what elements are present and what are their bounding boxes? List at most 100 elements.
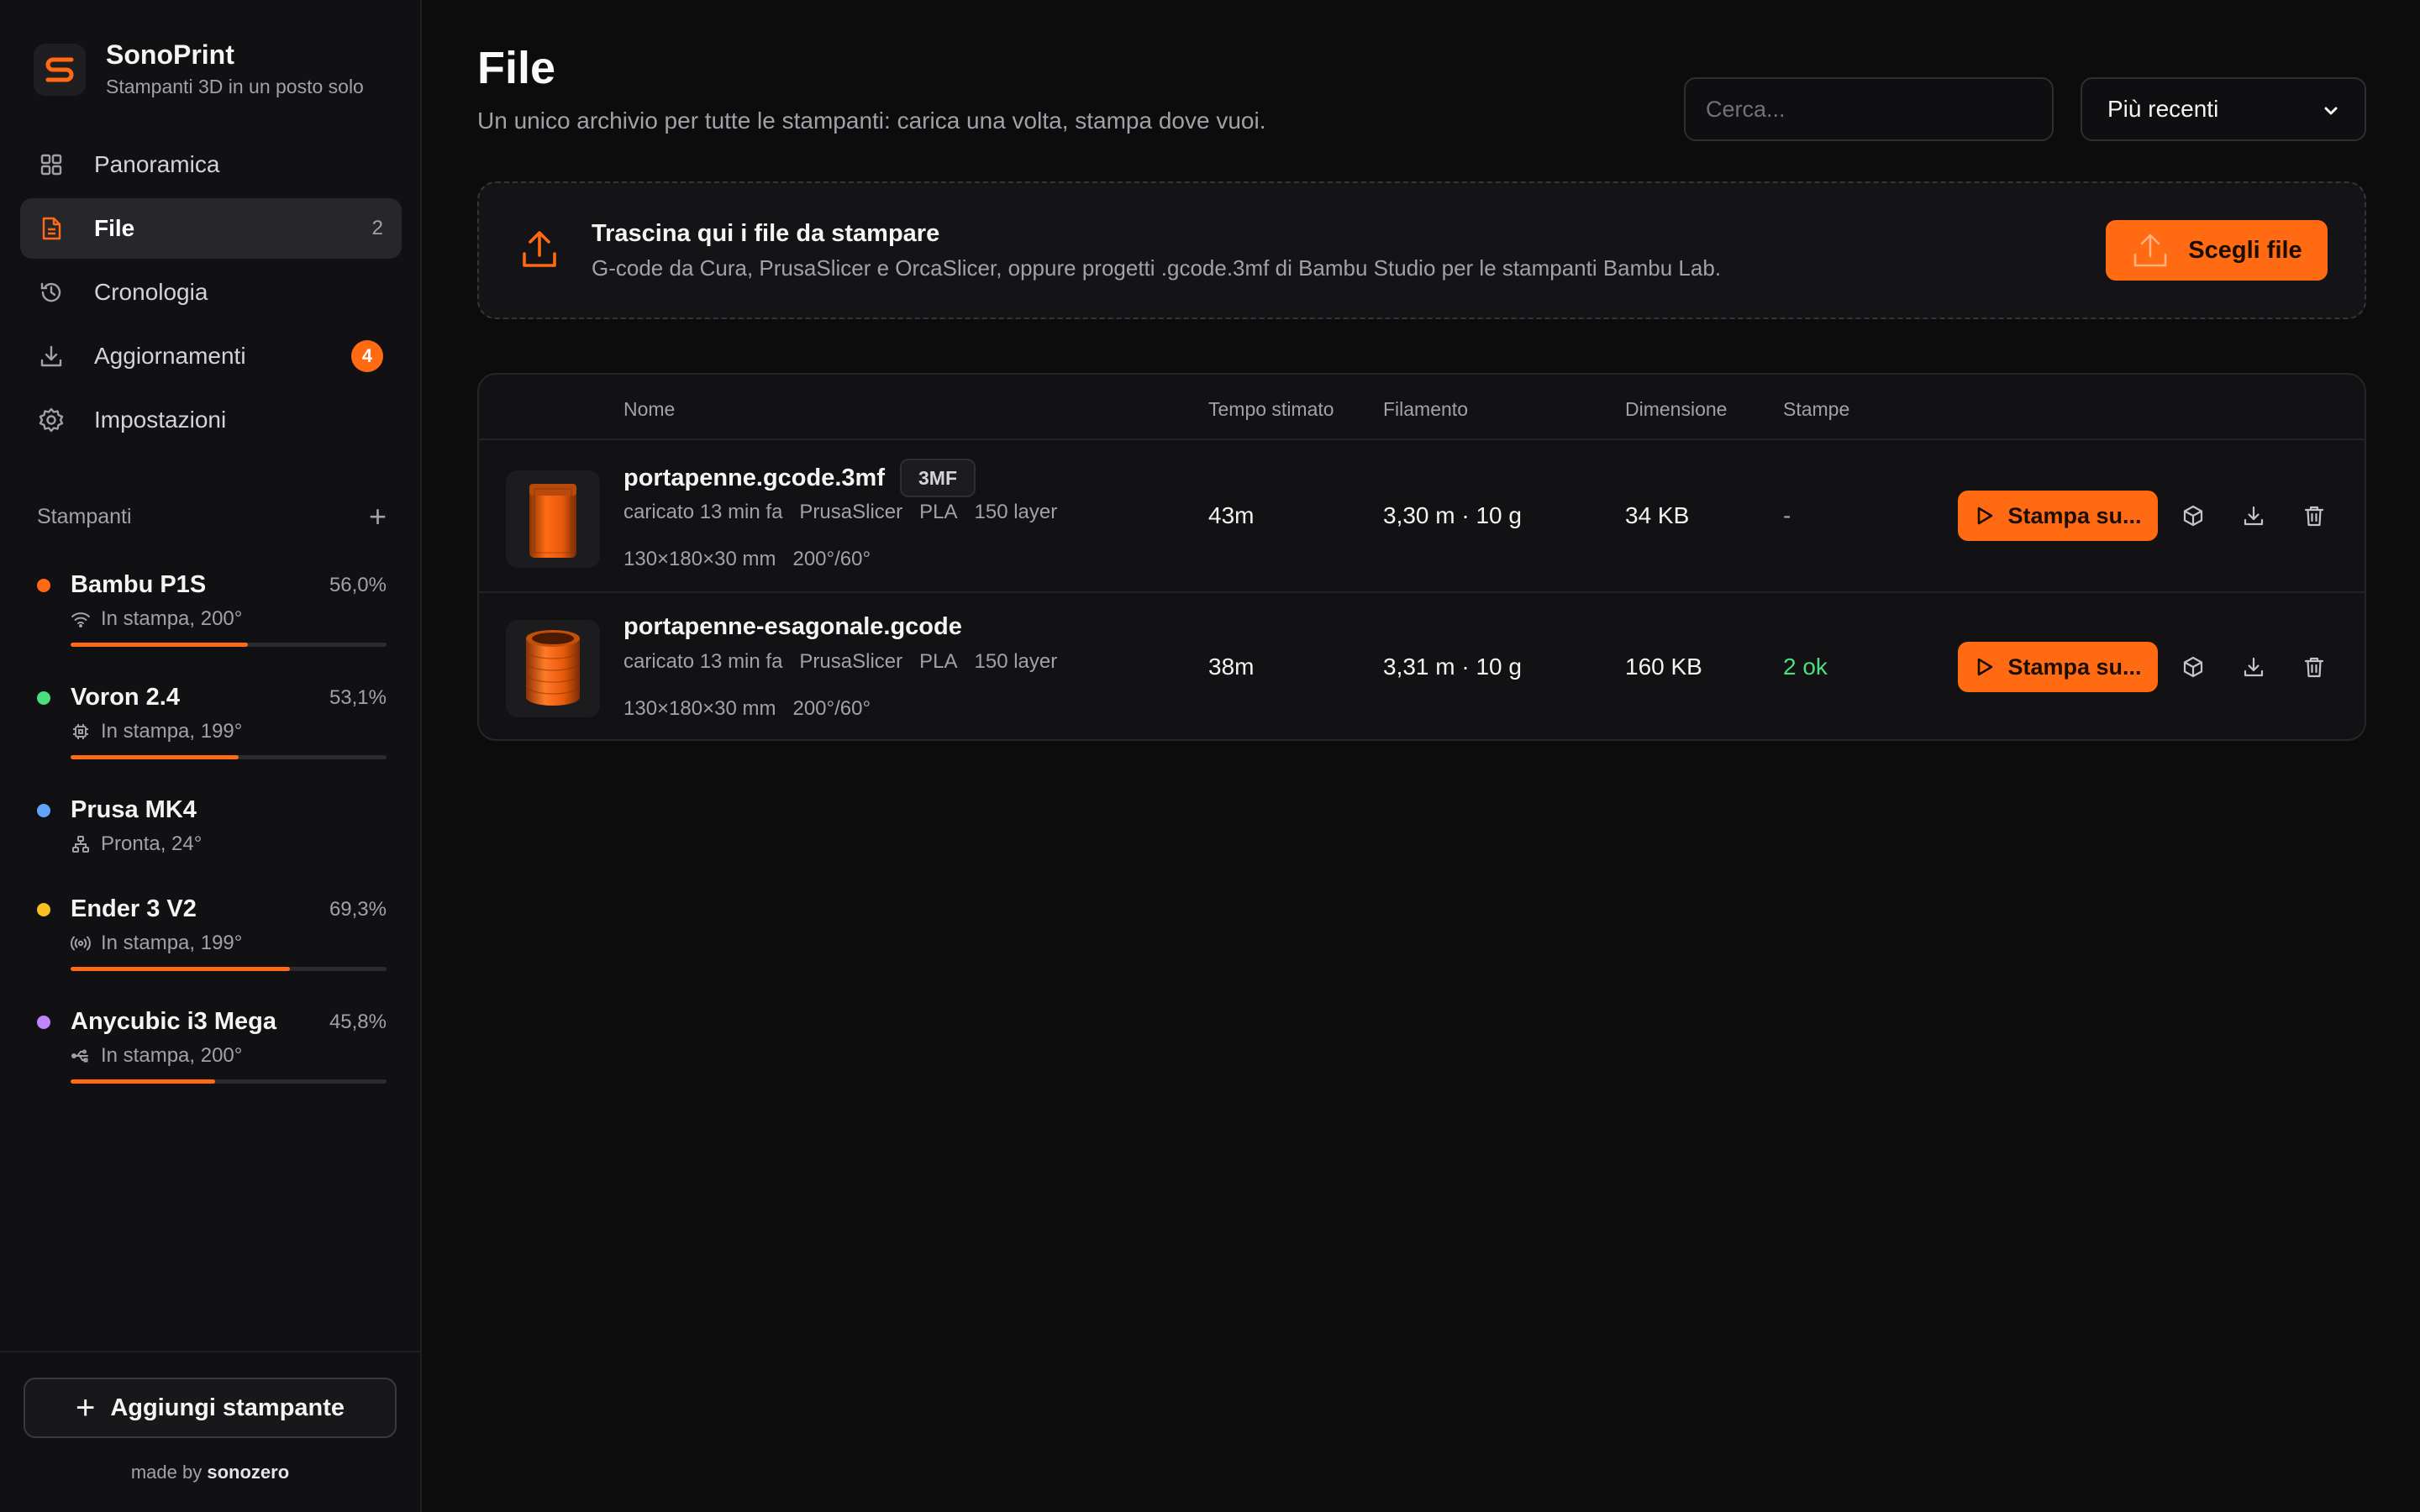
dropzone-title: Trascina qui i file da stampare	[592, 220, 940, 247]
file-meta-2: 130×180×30 mm 200°/60°	[623, 548, 887, 571]
brand[interactable]: SonoPrint Stampanti 3D in un posto solo	[34, 39, 364, 98]
printer-item-anycubic-i3-mega[interactable]: Anycubic i3 Mega 45,8% In stampa, 200°	[37, 1008, 387, 1084]
printer-status: In stampa, 199°	[101, 932, 243, 954]
print-on-button[interactable]: Stampa su...	[1958, 642, 2158, 692]
add-printer-button[interactable]: + Aggiungi stampante	[24, 1378, 397, 1438]
choose-file-button[interactable]: Scegli file	[2106, 220, 2328, 281]
add-printer-plus-icon[interactable]: +	[369, 501, 387, 532]
network-icon	[71, 834, 91, 854]
column-header-nome[interactable]: Nome	[623, 398, 675, 421]
file-size: 34 KB	[1625, 502, 1690, 528]
table-row[interactable]: portapenne.gcode.3mf 3MF caricato 13 min…	[479, 440, 2365, 590]
printer-item-prusa-mk4[interactable]: Prusa MK4 Pronta, 24°	[37, 796, 387, 856]
column-header-dimensione[interactable]: Dimensione	[1625, 398, 1727, 421]
file-meta: caricato 13 min fa PrusaSlicer PLA 150 l…	[623, 650, 1074, 674]
file-name[interactable]: portapenne.gcode.3mf 3MF	[623, 459, 976, 497]
play-icon	[1974, 505, 1996, 527]
status-dot	[37, 1015, 50, 1029]
cube-icon[interactable]	[2175, 497, 2212, 534]
file-dimensions: 130×180×30 mm	[623, 697, 776, 720]
cube-icon[interactable]	[2175, 648, 2212, 685]
printer-item-voron[interactable]: Voron 2.4 53,1% In stampa, 199°	[37, 684, 387, 759]
file-layers: 150 layer	[974, 650, 1058, 673]
printer-item-bambu-p1s[interactable]: Bambu P1S 56,0% In stampa, 200°	[37, 571, 387, 647]
printer-progress-bar	[71, 1079, 387, 1084]
file-layers: 150 layer	[974, 501, 1058, 523]
chevron-down-icon	[2323, 96, 2339, 123]
main-nav: Panoramica File 2 Cronologia Aggiornamen…	[20, 134, 402, 454]
printer-item-ender-3-v2[interactable]: Ender 3 V2 69,3% In stampa, 199°	[37, 895, 387, 971]
sort-select[interactable]: Più recenti	[2081, 77, 2366, 141]
printer-progress-text: 69,3%	[329, 897, 387, 921]
trash-icon[interactable]	[2296, 497, 2333, 534]
progress-fill	[71, 967, 290, 971]
choose-file-label: Scegli file	[2188, 236, 2302, 264]
printer-progress-text: 45,8%	[329, 1010, 387, 1033]
history-icon	[37, 278, 66, 307]
print-count: -	[1783, 502, 1791, 528]
file-dropzone[interactable]: Trascina qui i file da stampare G-code d…	[477, 181, 2366, 319]
nav-item-cronologia[interactable]: Cronologia	[20, 262, 402, 323]
page-subtitle: Un unico archivio per tutte le stampanti…	[477, 108, 1266, 134]
column-header-stampe[interactable]: Stampe	[1783, 398, 1849, 421]
sidebar: SonoPrint Stampanti 3D in un posto solo …	[0, 0, 422, 1512]
file-uploaded: caricato 13 min fa	[623, 501, 783, 523]
download-icon[interactable]	[2235, 648, 2272, 685]
nav-item-panoramica[interactable]: Panoramica	[20, 134, 402, 195]
file-meta: caricato 13 min fa PrusaSlicer PLA 150 l…	[623, 501, 1074, 524]
printer-progress-bar	[71, 967, 387, 971]
nav-label: Panoramica	[94, 151, 220, 177]
search-input[interactable]	[1684, 77, 2054, 141]
file-thumbnail	[506, 470, 600, 568]
file-uploaded: caricato 13 min fa	[623, 650, 783, 673]
status-dot	[37, 803, 50, 817]
files-table: Nome Tempo stimato Filamento Dimensione …	[477, 373, 2366, 741]
printer-progress-text: 56,0%	[329, 573, 387, 596]
nav-label: Cronologia	[94, 279, 208, 305]
file-icon	[37, 214, 66, 243]
status-dot	[37, 690, 50, 705]
plus-icon: +	[75, 1389, 96, 1426]
printer-name: Bambu P1S	[71, 571, 207, 598]
estimated-time: 43m	[1208, 502, 1255, 528]
table-row[interactable]: portapenne-esagonale.gcode caricato 13 m…	[479, 591, 2365, 739]
app-name: SonoPrint	[106, 39, 234, 70]
printers-title: Stampanti	[37, 504, 132, 528]
nav-item-impostazioni[interactable]: Impostazioni	[20, 390, 402, 450]
printer-status: In stampa, 200°	[101, 1044, 243, 1067]
file-dimensions: 130×180×30 mm	[623, 548, 776, 570]
trash-icon[interactable]	[2296, 648, 2333, 685]
nav-item-aggiornamenti[interactable]: Aggiornamenti 4	[20, 326, 402, 386]
printer-name: Prusa MK4	[71, 796, 197, 823]
file-count: 2	[371, 217, 383, 239]
printer-name: Ender 3 V2	[71, 895, 197, 922]
column-header-filamento[interactable]: Filamento	[1383, 398, 1468, 421]
made-by-prefix: made by	[130, 1462, 203, 1483]
nav-label: Aggiornamenti	[94, 343, 246, 369]
print-on-button[interactable]: Stampa su...	[1958, 491, 2158, 541]
page-title: File	[477, 43, 556, 93]
column-header-tempo[interactable]: Tempo stimato	[1208, 398, 1334, 421]
file-material: PLA	[919, 650, 958, 673]
printer-status: In stampa, 200°	[101, 607, 243, 630]
file-name[interactable]: portapenne-esagonale.gcode	[623, 613, 962, 641]
download-icon[interactable]	[2235, 497, 2272, 534]
sort-selected-value: Più recenti	[2107, 96, 2219, 122]
nav-label: Impostazioni	[94, 407, 227, 433]
sidebar-footer: + Aggiungi stampante made by sonozero	[0, 1351, 420, 1512]
progress-fill	[71, 643, 248, 647]
chip-icon	[71, 722, 91, 742]
made-by-name[interactable]: sonozero	[207, 1462, 289, 1483]
printer-status: Pronta, 24°	[101, 832, 203, 855]
print-on-label: Stampa su...	[2007, 654, 2142, 680]
usb-icon	[71, 1046, 91, 1066]
download-icon	[37, 342, 66, 370]
file-name-text: portapenne-esagonale.gcode	[623, 613, 962, 640]
nav-item-file[interactable]: File 2	[20, 198, 402, 259]
printer-progress-bar	[71, 755, 387, 759]
file-thumbnail	[506, 620, 600, 717]
file-name-text: portapenne.gcode.3mf	[623, 464, 885, 491]
app-tagline: Stampanti 3D in un posto solo	[106, 76, 364, 97]
updates-badge: 4	[351, 340, 383, 372]
printer-status: In stampa, 199°	[101, 720, 243, 743]
